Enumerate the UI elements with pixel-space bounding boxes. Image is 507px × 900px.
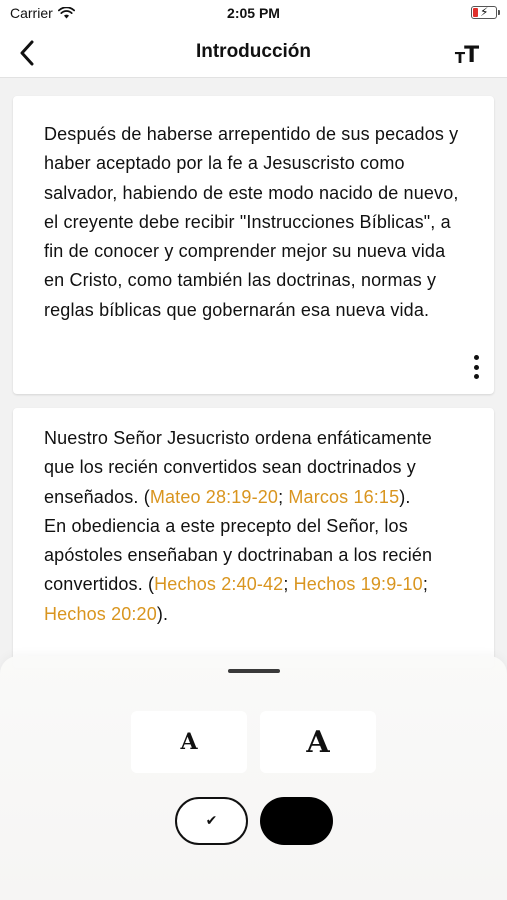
separator: ; bbox=[422, 574, 428, 595]
paragraph-text: ). bbox=[156, 603, 169, 624]
status-clock: 2:05 PM bbox=[227, 5, 280, 21]
more-dot-icon bbox=[473, 355, 479, 360]
navigation-bar: Introducción T T bbox=[0, 28, 507, 78]
text-size-large-icon: T bbox=[464, 43, 480, 68]
text-size-button[interactable]: T T bbox=[451, 38, 483, 68]
light-theme-button[interactable]: ✔ bbox=[175, 797, 248, 845]
paragraph-text: ). bbox=[399, 486, 411, 507]
more-dot-icon bbox=[473, 374, 479, 379]
separator: ; bbox=[278, 486, 289, 507]
verse-card: Nuestro Señor Jesucristo ordena enfática… bbox=[13, 408, 494, 668]
increase-font-button[interactable]: A bbox=[260, 711, 376, 773]
sheet-drag-handle[interactable] bbox=[228, 669, 280, 673]
battery-icon: ⚡ bbox=[471, 5, 500, 19]
text-settings-sheet: A A ✔ bbox=[0, 656, 507, 900]
status-bar: Carrier 2:05 PM ⚡ bbox=[0, 0, 507, 28]
verse-card: Después de haberse arrepentido de sus pe… bbox=[13, 96, 494, 394]
decrease-font-button[interactable]: A bbox=[131, 711, 247, 773]
dark-theme-button[interactable] bbox=[260, 797, 333, 845]
page-title: Introducción bbox=[195, 41, 312, 62]
checkmark-icon: ✔ bbox=[205, 813, 218, 829]
bible-reference-link[interactable]: Marcos 16:15 bbox=[288, 487, 399, 507]
separator: ; bbox=[283, 574, 294, 595]
bible-reference-link[interactable]: Hechos 2:40-42 bbox=[154, 574, 283, 594]
card-paragraph: Nuestro Señor Jesucristo ordena enfática… bbox=[44, 424, 464, 629]
battery-level bbox=[473, 8, 478, 17]
more-options-button[interactable] bbox=[468, 352, 484, 382]
charging-bolt-icon: ⚡ bbox=[480, 5, 489, 19]
card-paragraph: Después de haberse arrepentido de sus pe… bbox=[44, 124, 459, 320]
bible-reference-link[interactable]: Mateo 28:19-20 bbox=[150, 487, 278, 507]
bible-reference-link[interactable]: Hechos 19:9-10 bbox=[294, 574, 423, 594]
more-dot-icon bbox=[473, 364, 479, 370]
bible-reference-link[interactable]: Hechos 20:20 bbox=[44, 604, 157, 624]
